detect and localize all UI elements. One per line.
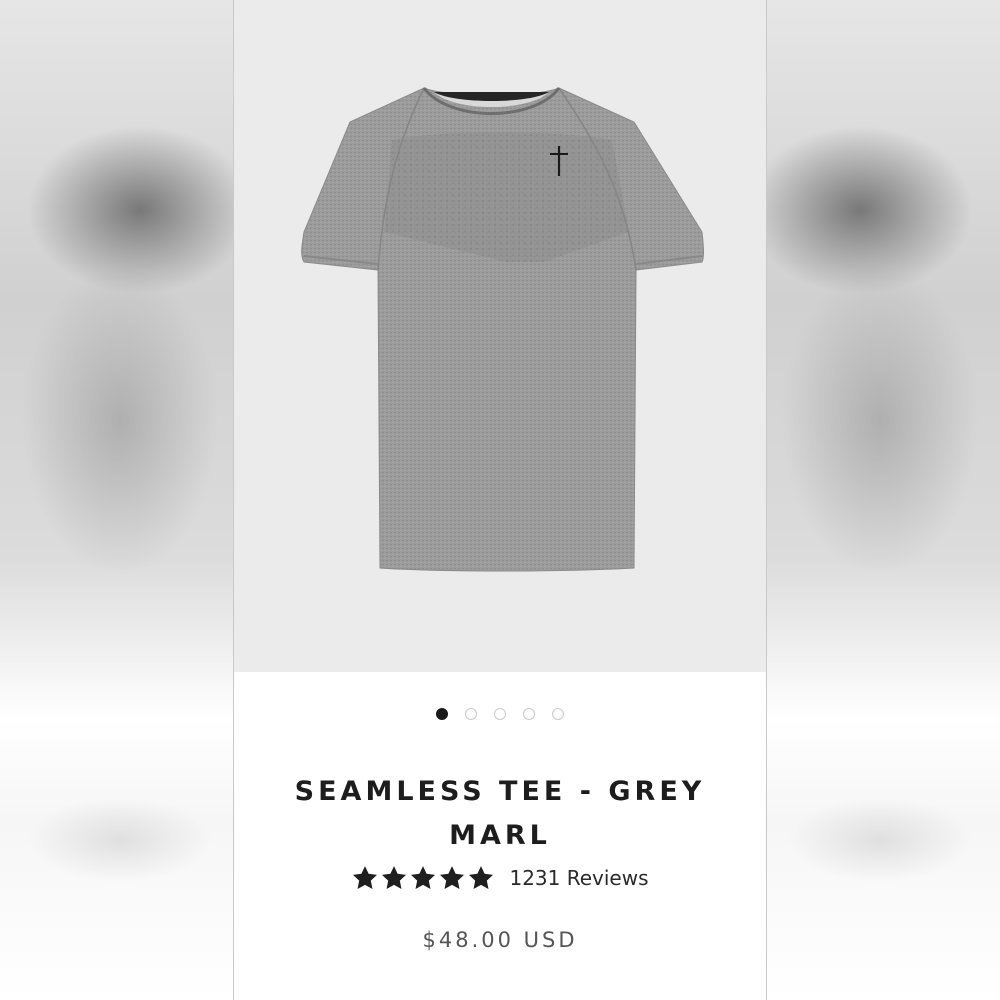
star-icon	[469, 866, 494, 889]
product-image[interactable]	[234, 0, 766, 672]
carousel-dot-3[interactable]	[494, 708, 506, 720]
carousel-dots	[234, 708, 766, 720]
star-icon	[353, 866, 378, 889]
star-icon	[382, 866, 407, 889]
star-rating	[351, 864, 495, 892]
product-price: $48.00 USD	[422, 928, 578, 952]
review-count[interactable]: 1231 Reviews	[509, 866, 648, 890]
carousel-dot-5[interactable]	[552, 708, 564, 720]
tshirt-illustration	[301, 87, 704, 572]
star-icon	[411, 866, 436, 889]
carousel-dot-2[interactable]	[465, 708, 477, 720]
product-rating[interactable]: 1231 Reviews	[234, 864, 766, 892]
product-title: SEAMLESS TEE - GREY MARL	[294, 776, 706, 851]
carousel-dot-4[interactable]	[523, 708, 535, 720]
carousel-dot-1[interactable]	[436, 708, 448, 720]
star-icon	[440, 866, 465, 889]
product-card: SEAMLESS TEE - GREY MARL 1231 Reviews $4…	[233, 0, 767, 1000]
